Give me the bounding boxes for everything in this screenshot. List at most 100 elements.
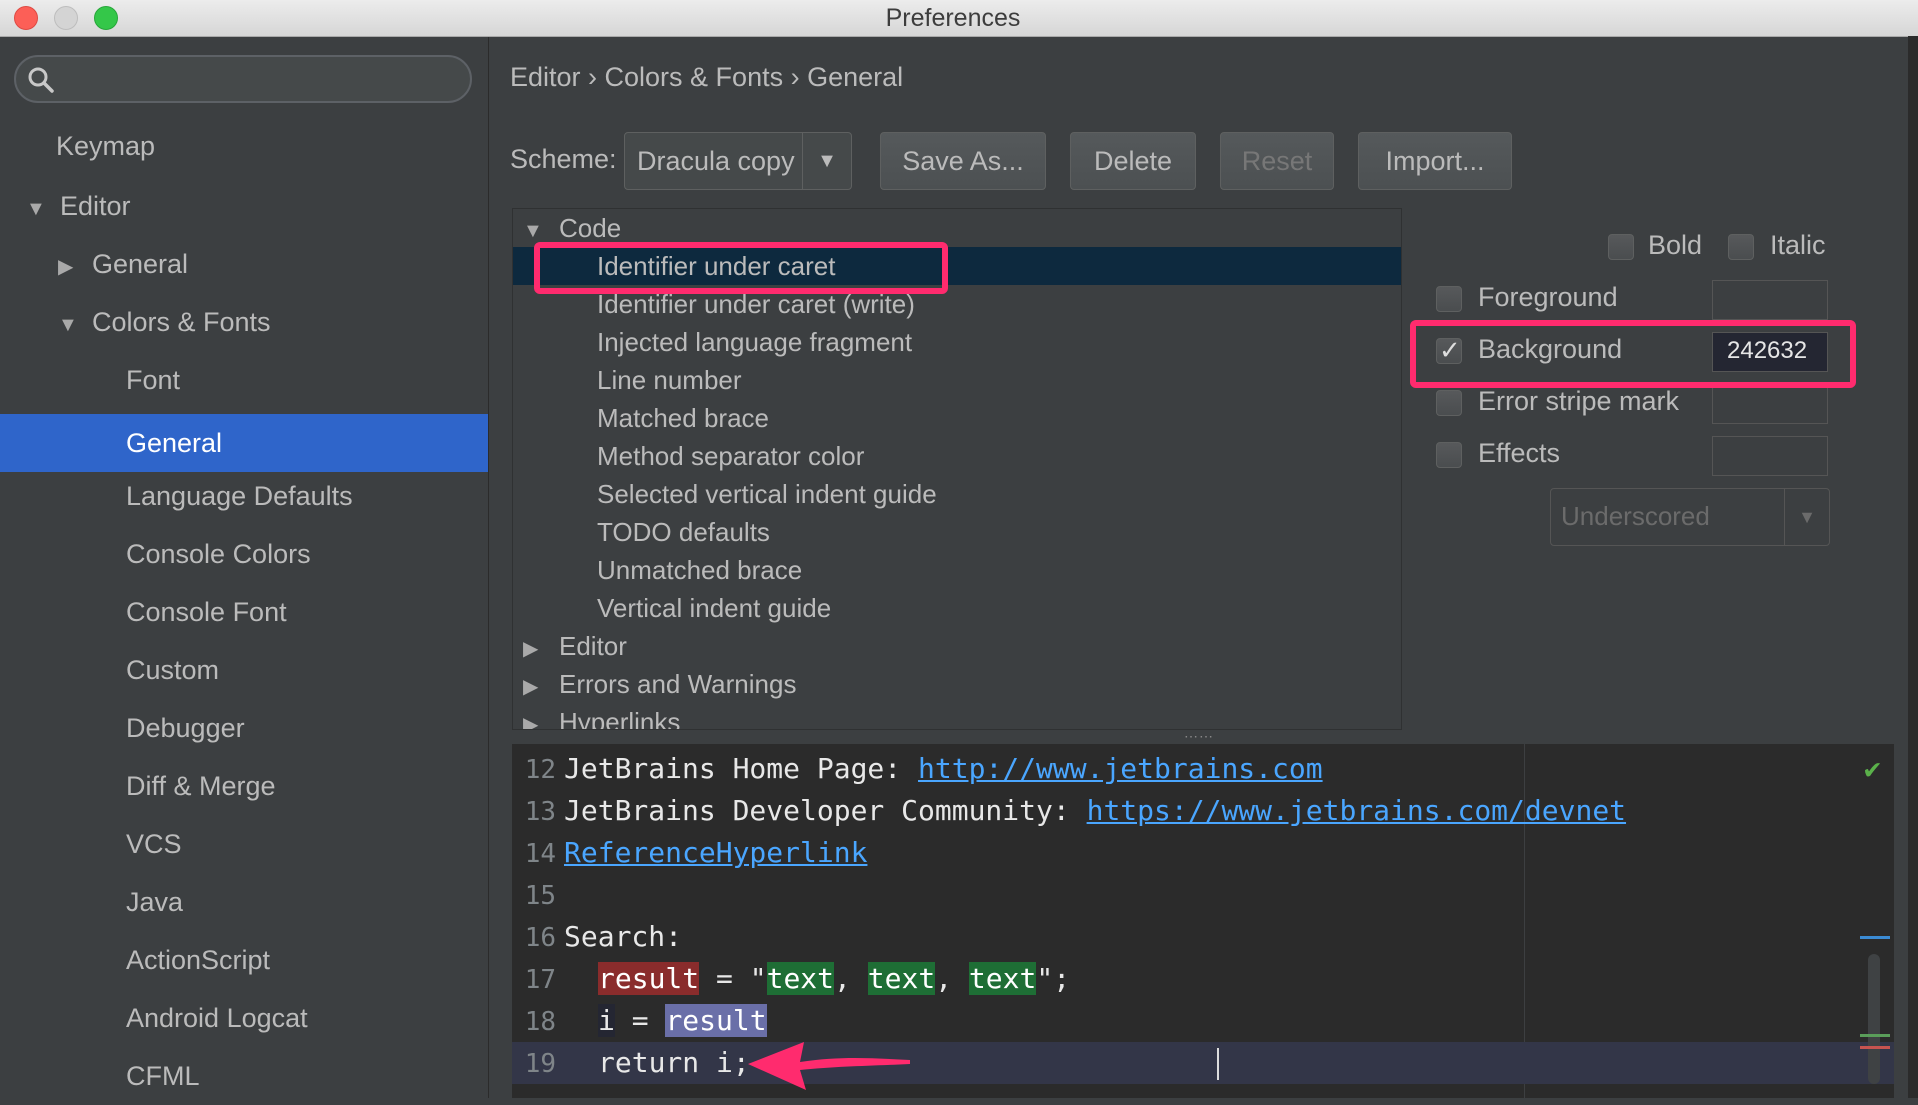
line-number: 13	[524, 797, 556, 827]
delete-button[interactable]: Delete	[1070, 132, 1196, 190]
effects-color-swatch[interactable]	[1712, 436, 1828, 476]
tree-group-label: Editor	[559, 631, 627, 661]
tree-item[interactable]: Vertical indent guide	[513, 589, 1401, 627]
error-stripe-checkbox[interactable]	[1436, 390, 1462, 416]
search-icon	[28, 67, 54, 93]
tree-item[interactable]: Injected language fragment	[513, 323, 1401, 361]
sidebar-item-keymap[interactable]: Keymap	[0, 117, 488, 175]
effect-type-dropdown[interactable]: Underscored ▼	[1550, 488, 1830, 546]
italic-label: Italic	[1770, 230, 1826, 260]
sidebar-item-label: General	[126, 428, 223, 458]
search-input[interactable]	[68, 63, 452, 97]
code-preview[interactable]: 12 JetBrains Home Page: http://www.jetbra…	[512, 744, 1894, 1098]
sidebar-item-language-defaults[interactable]: Language Defaults	[0, 467, 488, 525]
sidebar-item-custom[interactable]: Custom	[0, 641, 488, 699]
search-match: text	[867, 962, 936, 995]
tree-item-label: Method separator color	[597, 441, 865, 471]
code-line-16: 16 Search:	[512, 916, 1894, 958]
sidebar-item-font[interactable]: Font	[0, 351, 488, 409]
tree-item[interactable]: Matched brace	[513, 399, 1401, 437]
italic-checkbox[interactable]	[1728, 234, 1754, 260]
sidebar-item-console-colors[interactable]: Console Colors	[0, 525, 488, 583]
tree-item[interactable]: Method separator color	[513, 437, 1401, 475]
window-title: Preferences	[885, 4, 1021, 32]
foreground-color-swatch[interactable]	[1712, 280, 1828, 320]
chevron-down-icon[interactable]: ▼	[802, 133, 851, 189]
tree-group-errors[interactable]: ▶ Errors and Warnings	[513, 665, 1401, 706]
bold-checkbox[interactable]	[1608, 234, 1634, 260]
tree-item[interactable]: Selected vertical indent guide	[513, 475, 1401, 513]
error-stripe-marker	[1860, 1034, 1890, 1037]
tree-item-label: Line number	[597, 365, 742, 395]
error-stripe-label: Error stripe mark	[1478, 386, 1680, 416]
vertical-scrollbar[interactable]	[1868, 954, 1880, 1084]
error-stripe-color-swatch[interactable]	[1712, 384, 1828, 424]
tree-group-label: Code	[559, 213, 622, 243]
code-hyperlink[interactable]: http://www.jetbrains.com	[918, 752, 1323, 785]
sidebar-item-actionscript[interactable]: ActionScript	[0, 931, 488, 989]
chevron-down-icon[interactable]: ▼	[58, 296, 80, 354]
sidebar-item-diff-merge[interactable]: Diff & Merge	[0, 757, 488, 815]
code-line-14: 14 ReferenceHyperlink	[512, 832, 1894, 874]
tree-item[interactable]: TODO defaults	[513, 513, 1401, 551]
tree-group-editor[interactable]: ▶ Editor	[513, 627, 1401, 668]
sidebar-item-general-selected[interactable]: General	[0, 414, 488, 472]
sidebar-item-java[interactable]: Java	[0, 873, 488, 931]
tree-item-label: TODO defaults	[597, 517, 770, 547]
sidebar-item-label: Console Font	[126, 597, 287, 627]
identifier-under-caret: i	[598, 1004, 615, 1037]
reset-button[interactable]: Reset	[1220, 132, 1334, 190]
effects-label: Effects	[1478, 438, 1561, 468]
chevron-right-icon[interactable]: ▶	[523, 630, 545, 668]
breadcrumb: Editor › Colors & Fonts › General	[510, 62, 904, 92]
code-hyperlink[interactable]: https://www.jetbrains.com/devnet	[1087, 794, 1626, 827]
tree-group-hyperlinks[interactable]: ▶ Hyperlinks	[513, 703, 1401, 729]
sidebar-item-label: VCS	[126, 829, 182, 859]
code-text: ";	[1036, 962, 1071, 995]
import-button[interactable]: Import...	[1358, 132, 1512, 190]
sidebar-item-colors-fonts[interactable]: ▼ Colors & Fonts	[0, 293, 488, 351]
search-match: text	[766, 962, 835, 995]
sidebar-item-label: ActionScript	[126, 945, 271, 975]
sidebar-item-vcs[interactable]: VCS	[0, 815, 488, 873]
chevron-right-icon[interactable]: ▶	[523, 668, 545, 706]
sidebar-item-editor-general[interactable]: ▶ General	[0, 235, 488, 293]
sidebar-item-label: Colors & Fonts	[92, 307, 271, 337]
sidebar-item-label: CFML	[126, 1061, 200, 1091]
tree-item-label: Selected vertical indent guide	[597, 479, 937, 509]
chevron-down-icon[interactable]: ▼	[1784, 489, 1829, 545]
sidebar-item-cfml[interactable]: CFML	[0, 1047, 488, 1105]
chevron-right-icon[interactable]: ▶	[523, 706, 545, 729]
chevron-down-icon[interactable]: ▼	[26, 180, 48, 238]
annotation-highlight-box	[534, 242, 948, 294]
scheme-dropdown[interactable]: Dracula copy ▼	[624, 132, 852, 190]
line-number: 15	[524, 881, 556, 911]
settings-search[interactable]	[14, 55, 472, 103]
scheme-label: Scheme:	[510, 144, 617, 174]
code-hyperlink[interactable]: ReferenceHyperlink	[564, 836, 867, 869]
splitter-handle[interactable]: ⋯⋯	[1184, 728, 1214, 745]
tree-group-label: Errors and Warnings	[559, 669, 797, 699]
sidebar-item-debugger[interactable]: Debugger	[0, 699, 488, 757]
window-edge	[1908, 36, 1918, 1098]
sidebar-item-android-logcat[interactable]: Android Logcat	[0, 989, 488, 1047]
error-stripe-marker	[1860, 936, 1890, 939]
code-text: =	[614, 1004, 666, 1037]
save-as-button[interactable]: Save As...	[880, 132, 1046, 190]
effects-checkbox[interactable]	[1436, 442, 1462, 468]
sidebar-item-console-font[interactable]: Console Font	[0, 583, 488, 641]
foreground-checkbox[interactable]	[1436, 286, 1462, 312]
bold-label: Bold	[1648, 230, 1703, 260]
text-caret	[1217, 1048, 1219, 1080]
sidebar-item-label: Console Colors	[126, 539, 311, 569]
chevron-right-icon[interactable]: ▶	[58, 238, 80, 296]
line-number: 19	[524, 1049, 556, 1079]
tree-item[interactable]: Unmatched brace	[513, 551, 1401, 589]
sidebar-item-label: Language Defaults	[126, 481, 353, 511]
tree-item[interactable]: Line number	[513, 361, 1401, 399]
line-number: 12	[524, 755, 556, 785]
annotation-arrow-icon	[748, 1042, 910, 1090]
code-text: JetBrains Home Page:	[564, 752, 919, 785]
sidebar-item-editor[interactable]: ▼ Editor	[0, 177, 488, 235]
sidebar-item-label: Editor	[60, 191, 131, 221]
